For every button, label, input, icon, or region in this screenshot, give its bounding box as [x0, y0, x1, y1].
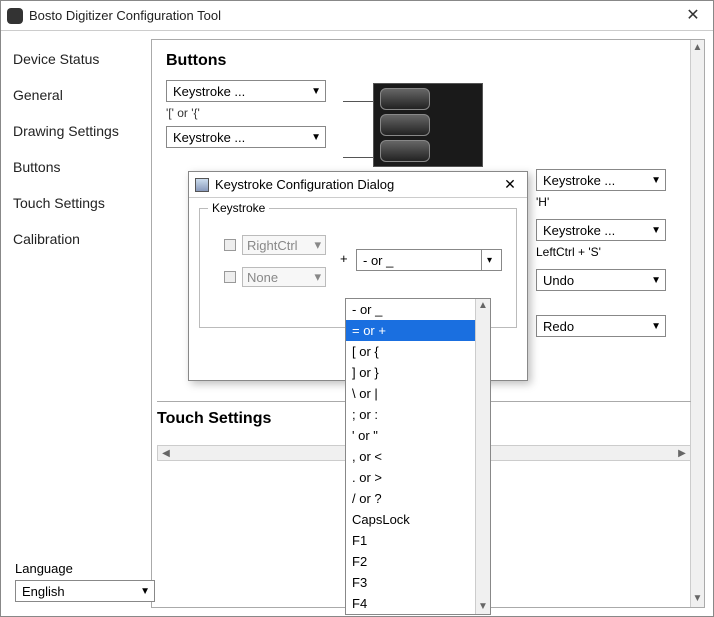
modifier2-value: None — [247, 270, 278, 285]
chevron-down-icon: ▼ — [140, 586, 150, 597]
keystroke-legend: Keystroke — [208, 201, 269, 215]
dropdown-item[interactable]: F1 — [346, 530, 490, 551]
button2-action-combo[interactable]: Keystroke ... ▼ — [166, 126, 326, 148]
language-label: Language — [15, 561, 175, 576]
key-combo[interactable]: - or _ ▾ — [356, 249, 502, 271]
button-r4-combo[interactable]: Redo ▼ — [536, 315, 666, 337]
dropdown-item[interactable]: - or _ — [346, 299, 490, 320]
button-r1-value: Keystroke ... — [543, 173, 615, 188]
window-title: Bosto Digitizer Configuration Tool — [29, 8, 679, 23]
language-combo[interactable]: English ▼ — [15, 580, 155, 602]
button2-action-value: Keystroke ... — [173, 130, 245, 145]
dropdown-item[interactable]: CapsLock — [346, 509, 490, 530]
dialog-icon — [195, 178, 209, 192]
button-r1-caption: 'H' — [536, 195, 676, 209]
dialog-titlebar: Keystroke Configuration Dialog ✕ — [189, 172, 527, 198]
dropdown-item[interactable]: . or > — [346, 467, 490, 488]
scroll-up-icon[interactable]: ▲ — [478, 299, 488, 313]
tablet-illustration — [373, 83, 483, 167]
scroll-down-icon[interactable]: ▼ — [693, 591, 703, 607]
button-r3-combo[interactable]: Undo ▼ — [536, 269, 666, 291]
right-button-column: Keystroke ... ▼ 'H' Keystroke ... ▼ Left… — [536, 169, 676, 339]
sidebar-item-calibration[interactable]: Calibration — [7, 221, 151, 257]
dropdown-item[interactable]: ; or : — [346, 404, 490, 425]
tablet-button-2 — [380, 114, 430, 136]
dropdown-item[interactable]: [ or { — [346, 341, 490, 362]
plus-label: + — [340, 251, 348, 266]
chevron-down-icon: ▼ — [651, 175, 661, 186]
chevron-down-icon: ▼ — [311, 132, 321, 143]
modifier1-combo[interactable]: RightCtrl ▾ — [242, 235, 326, 255]
button-r3-value: Undo — [543, 273, 574, 288]
button1-action-combo[interactable]: Keystroke ... ▼ — [166, 80, 326, 102]
dropdown-item[interactable]: , or < — [346, 446, 490, 467]
sidebar-item-buttons[interactable]: Buttons — [7, 149, 151, 185]
modifier2-checkbox[interactable] — [224, 271, 236, 283]
button-r2-caption: LeftCtrl + 'S' — [536, 245, 676, 259]
modifier-row-2: None ▾ — [224, 267, 326, 287]
connector-line — [343, 157, 373, 158]
dialog-close-icon[interactable]: ✕ — [499, 176, 521, 193]
modifier1-value: RightCtrl — [247, 238, 298, 253]
titlebar: Bosto Digitizer Configuration Tool ✕ — [1, 1, 713, 31]
chevron-down-icon: ▼ — [651, 321, 661, 332]
button-r2-value: Keystroke ... — [543, 223, 615, 238]
app-icon — [7, 8, 23, 24]
button1-action-value: Keystroke ... — [173, 84, 245, 99]
connector-line — [343, 101, 373, 102]
vertical-scrollbar[interactable]: ▲ ▼ — [690, 40, 704, 607]
chevron-down-icon: ▾ — [314, 237, 321, 253]
language-block: Language English ▼ — [15, 561, 175, 602]
main-window: Bosto Digitizer Configuration Tool ✕ Dev… — [0, 0, 714, 617]
close-icon[interactable]: ✕ — [679, 8, 707, 24]
tablet-button-3 — [380, 140, 430, 162]
scroll-right-icon[interactable]: ▶ — [674, 448, 690, 459]
dropdown-item[interactable]: F4 — [346, 593, 490, 614]
buttons-section-title: Buttons — [166, 52, 690, 70]
button-r4-value: Redo — [543, 319, 574, 334]
dialog-title: Keystroke Configuration Dialog — [215, 177, 499, 192]
sidebar-item-general[interactable]: General — [7, 77, 151, 113]
button-r2-combo[interactable]: Keystroke ... ▼ — [536, 219, 666, 241]
button-r1-combo[interactable]: Keystroke ... ▼ — [536, 169, 666, 191]
dropdown-scrollbar[interactable]: ▲ ▼ — [475, 299, 490, 614]
dropdown-item[interactable]: ] or } — [346, 362, 490, 383]
dropdown-item[interactable]: \ or | — [346, 383, 490, 404]
dropdown-item[interactable]: = or + — [346, 320, 490, 341]
chevron-down-icon: ▾ — [481, 250, 497, 270]
sidebar-item-touch-settings[interactable]: Touch Settings — [7, 185, 151, 221]
key-dropdown[interactable]: - or _= or +[ or {] or }\ or |; or :' or… — [345, 298, 491, 615]
chevron-down-icon: ▼ — [651, 225, 661, 236]
scroll-down-icon[interactable]: ▼ — [478, 600, 488, 614]
tablet-button-1 — [380, 88, 430, 110]
dropdown-item[interactable]: F2 — [346, 551, 490, 572]
modifier-row-1: RightCtrl ▾ — [224, 235, 326, 255]
modifier1-checkbox[interactable] — [224, 239, 236, 251]
dropdown-item[interactable]: ' or " — [346, 425, 490, 446]
modifier2-combo[interactable]: None ▾ — [242, 267, 326, 287]
chevron-down-icon: ▾ — [314, 269, 321, 285]
sidebar-item-device-status[interactable]: Device Status — [7, 41, 151, 77]
sidebar-item-drawing-settings[interactable]: Drawing Settings — [7, 113, 151, 149]
chevron-down-icon: ▼ — [651, 275, 661, 286]
scroll-left-icon[interactable]: ◀ — [158, 448, 174, 459]
scroll-up-icon[interactable]: ▲ — [693, 40, 703, 56]
dropdown-item[interactable]: F3 — [346, 572, 490, 593]
key-combo-value: - or _ — [363, 253, 393, 268]
chevron-down-icon: ▼ — [311, 86, 321, 97]
dropdown-item[interactable]: / or ? — [346, 488, 490, 509]
sidebar: Device Status General Drawing Settings B… — [1, 31, 151, 616]
language-value: English — [22, 584, 65, 599]
